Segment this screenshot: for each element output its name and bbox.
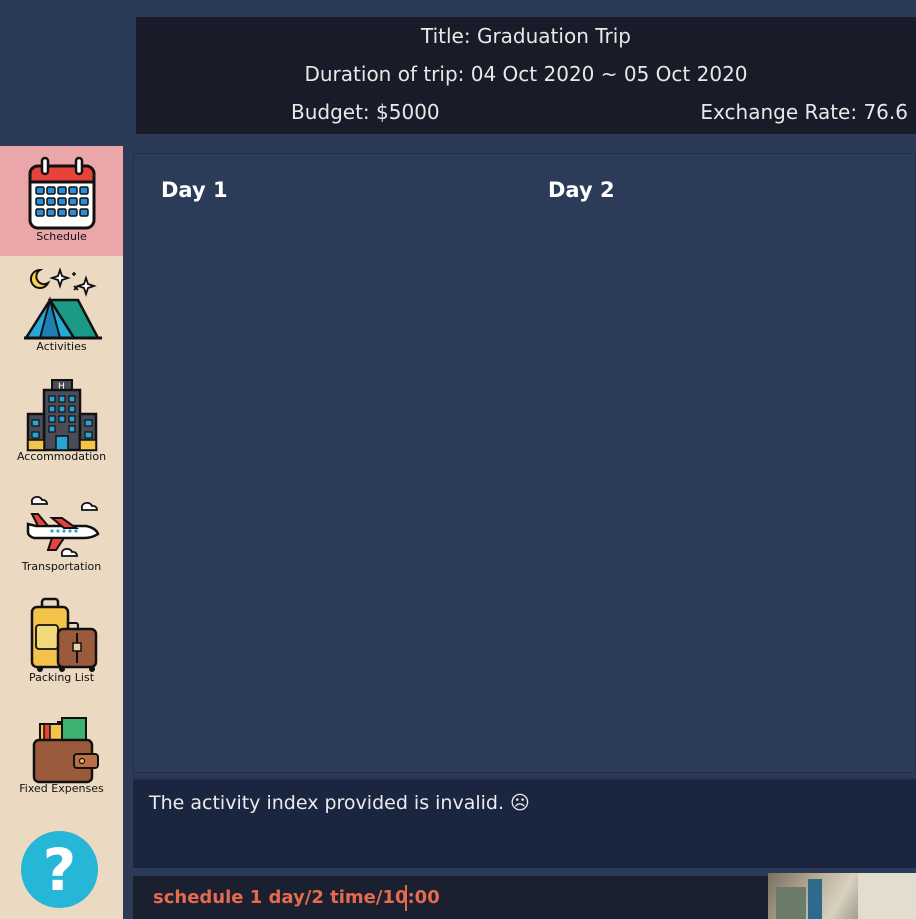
airplane-icon <box>26 495 99 557</box>
sidebar-item-label: Packing List <box>28 671 95 684</box>
help-icon: ? <box>42 836 77 904</box>
sidebar-item-fixed-expenses[interactable]: Fixed Expenses <box>0 698 123 808</box>
sidebar-item-transportation[interactable]: Transportation <box>0 476 123 586</box>
trip-duration: Duration of trip: 04 Oct 2020 ~ 05 Oct 2… <box>304 62 748 86</box>
text-caret <box>405 885 407 911</box>
background-image-thumbnail <box>768 873 916 919</box>
sidebar: Schedule Activities H Accommodation Tran… <box>0 146 123 919</box>
sidebar-item-label: Accommodation <box>16 450 107 463</box>
day-2-header: Day 2 <box>548 178 615 202</box>
exchange-rate: Exchange Rate: 76.6 <box>700 100 908 124</box>
sidebar-item-accommodation[interactable]: H Accommodation <box>0 366 123 476</box>
trip-budget: Budget: $5000 <box>291 100 440 124</box>
schedule-panel: Day 1 Day 2 <box>133 153 916 773</box>
result-message: The activity index provided is invalid. … <box>149 792 530 814</box>
sidebar-item-schedule[interactable]: Schedule <box>0 146 123 256</box>
hotel-icon: H <box>26 379 97 452</box>
calendar-icon <box>28 156 95 230</box>
trip-header: Title: Graduation Trip Duration of trip:… <box>136 17 916 134</box>
sidebar-item-packing-list[interactable]: Packing List <box>0 587 123 697</box>
command-input[interactable]: schedule 1 day/2 time/10:00 <box>153 887 440 908</box>
luggage-icon <box>30 597 97 672</box>
trip-title: Title: Graduation Trip <box>421 24 631 48</box>
result-display: The activity index provided is invalid. … <box>133 778 916 868</box>
day-1-header: Day 1 <box>161 178 228 202</box>
sidebar-item-activities[interactable]: Activities <box>0 256 123 366</box>
sidebar-item-label: Activities <box>36 340 87 353</box>
sidebar-item-label: Schedule <box>36 230 87 243</box>
command-box[interactable]: schedule 1 day/2 time/10:00 <box>133 876 768 919</box>
sidebar-item-label: Transportation <box>21 560 102 573</box>
tent-icon <box>23 267 102 340</box>
wallet-icon <box>32 717 99 784</box>
sidebar-item-label: Fixed Expenses <box>19 782 104 795</box>
help-button[interactable]: ? <box>21 831 98 908</box>
